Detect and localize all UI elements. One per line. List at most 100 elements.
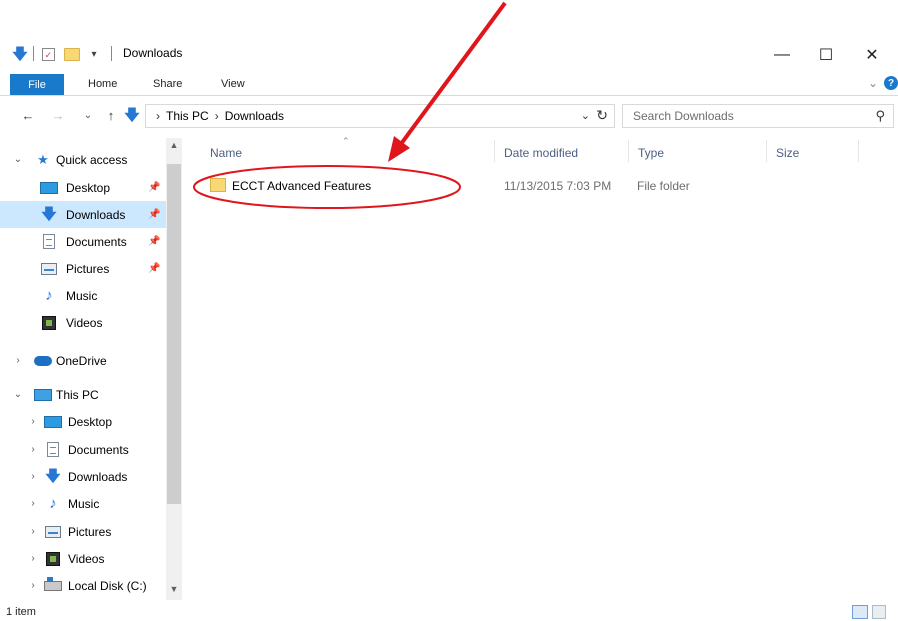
pin-icon[interactable]: 📌: [148, 209, 160, 220]
help-icon[interactable]: ?: [884, 76, 898, 90]
forward-icon[interactable]: →: [50, 107, 66, 123]
nav-pc-local-disk[interactable]: › Local Disk (C:): [0, 572, 166, 599]
scroll-up-icon[interactable]: ▲: [166, 140, 182, 150]
nav-pc-music[interactable]: › ♪ Music: [0, 490, 166, 517]
item-count: 1 item: [6, 606, 36, 618]
download-arrow-icon: 🡇: [45, 468, 61, 485]
nav-qa-documents[interactable]: Documents 📌: [0, 228, 166, 255]
file-type: File folder: [637, 179, 690, 193]
title-separator: [33, 46, 34, 61]
nav-label: Desktop: [68, 414, 113, 429]
desktop-icon: [40, 180, 58, 196]
customize-quick-access-icon[interactable]: ▾: [88, 46, 100, 62]
tab-share[interactable]: Share: [153, 78, 182, 90]
new-folder-icon[interactable]: [63, 46, 81, 62]
collapse-chevron-icon[interactable]: ›: [27, 553, 39, 564]
breadcrumb-downloads[interactable]: Downloads: [225, 109, 284, 123]
column-separator[interactable]: [858, 140, 859, 162]
tab-view[interactable]: View: [221, 78, 245, 90]
large-icons-view-icon[interactable]: [872, 605, 886, 619]
videos-icon: [40, 315, 58, 331]
nav-onedrive[interactable]: › OneDrive: [0, 347, 166, 374]
folder-icon: [210, 178, 226, 192]
collapse-chevron-icon[interactable]: ›: [27, 471, 39, 482]
close-button[interactable]: ✕: [850, 42, 894, 68]
pin-icon[interactable]: 📌: [148, 263, 160, 274]
desktop-icon: [44, 414, 62, 430]
column-header-type[interactable]: Type: [638, 146, 664, 160]
nav-label: Desktop: [66, 180, 111, 195]
nav-label: Quick access: [56, 152, 128, 167]
maximize-button[interactable]: ☐: [804, 42, 848, 68]
sort-ascending-icon: ⌃: [342, 136, 350, 146]
nav-label: OneDrive: [56, 353, 107, 368]
cloud-icon: [34, 353, 52, 369]
pin-icon[interactable]: 📌: [148, 182, 160, 193]
properties-icon[interactable]: ✓: [40, 46, 56, 62]
disk-drive-icon: [44, 576, 62, 594]
scroll-thumb[interactable]: [167, 164, 181, 504]
tab-home[interactable]: Home: [88, 78, 117, 90]
window-title: Downloads: [123, 46, 183, 60]
ribbon-right: ⌄ ?: [868, 76, 898, 90]
nav-qa-pictures[interactable]: Pictures 📌: [0, 255, 166, 282]
address-bar[interactable]: › This PC › Downloads ⌄ ↻: [145, 104, 615, 128]
breadcrumb-separator: ›: [214, 109, 219, 123]
nav-qa-downloads[interactable]: 🡇 Downloads 📌: [0, 201, 166, 228]
breadcrumb-separator: ›: [156, 109, 160, 123]
file-name[interactable]: ECCT Advanced Features: [232, 179, 371, 193]
file-row[interactable]: ECCT Advanced Features 11/13/2015 7:03 P…: [192, 174, 892, 198]
collapse-chevron-icon[interactable]: ›: [27, 580, 39, 591]
nav-qa-music[interactable]: ♪ Music: [0, 282, 166, 309]
nav-pc-videos[interactable]: › Videos: [0, 545, 166, 572]
collapse-chevron-icon[interactable]: ›: [27, 416, 39, 427]
nav-label: Music: [66, 288, 98, 303]
column-header-name[interactable]: Name: [210, 146, 242, 160]
expand-ribbon-icon[interactable]: ⌄: [868, 76, 878, 90]
column-separator[interactable]: [494, 140, 495, 162]
nav-quick-access[interactable]: ⌄ ★ Quick access: [0, 146, 166, 173]
details-view-icon[interactable]: [852, 605, 868, 619]
address-dropdown-icon[interactable]: ⌄: [581, 109, 590, 122]
up-icon[interactable]: ↑: [103, 107, 119, 123]
search-input[interactable]: Search Downloads ⚲: [622, 104, 894, 128]
nav-pc-downloads[interactable]: › 🡇 Downloads: [0, 463, 166, 490]
expand-chevron-icon[interactable]: ⌄: [12, 389, 24, 400]
column-header-date-modified[interactable]: Date modified: [504, 146, 578, 160]
recent-locations-icon[interactable]: ⌄: [80, 107, 96, 123]
tab-file[interactable]: File: [10, 74, 64, 95]
document-icon: [40, 234, 58, 250]
collapse-chevron-icon[interactable]: ›: [27, 498, 39, 509]
download-arrow-icon[interactable]: 🡇: [12, 46, 28, 62]
collapse-chevron-icon[interactable]: ›: [12, 355, 24, 366]
search-placeholder: Search Downloads: [633, 109, 734, 123]
breadcrumb-this-pc[interactable]: This PC: [166, 109, 209, 123]
expand-chevron-icon[interactable]: ⌄: [12, 154, 24, 165]
download-arrow-icon: 🡇: [41, 206, 57, 223]
collapse-chevron-icon[interactable]: ›: [27, 526, 39, 537]
refresh-icon[interactable]: ↻: [596, 107, 608, 124]
scroll-down-icon[interactable]: ▼: [166, 584, 182, 594]
nav-scrollbar[interactable]: ▲ ▼: [166, 138, 182, 600]
ribbon-tabs: File Home Share View ⌄ ?: [0, 70, 898, 96]
nav-label: Documents: [68, 442, 129, 457]
pin-icon[interactable]: 📌: [148, 236, 160, 247]
nav-pc-documents[interactable]: › Documents: [0, 436, 166, 463]
nav-pc-desktop[interactable]: › Desktop: [0, 408, 166, 435]
pictures-icon: [44, 524, 62, 540]
nav-label: Pictures: [68, 524, 112, 539]
column-separator[interactable]: [766, 140, 767, 162]
collapse-chevron-icon[interactable]: ›: [27, 444, 39, 455]
nav-pc-pictures[interactable]: › Pictures: [0, 518, 166, 545]
back-icon[interactable]: ←: [20, 107, 36, 123]
minimize-button[interactable]: —: [760, 42, 804, 68]
nav-this-pc[interactable]: ⌄ This PC: [0, 381, 166, 408]
column-separator[interactable]: [628, 140, 629, 162]
nav-qa-desktop[interactable]: Desktop 📌: [0, 174, 166, 201]
nav-label: Videos: [66, 315, 103, 330]
music-note-icon: ♪: [49, 495, 57, 512]
nav-qa-videos[interactable]: Videos: [0, 309, 166, 336]
nav-label: Local Disk (C:): [68, 578, 147, 593]
search-icon[interactable]: ⚲: [875, 108, 885, 124]
column-header-size[interactable]: Size: [776, 146, 799, 160]
